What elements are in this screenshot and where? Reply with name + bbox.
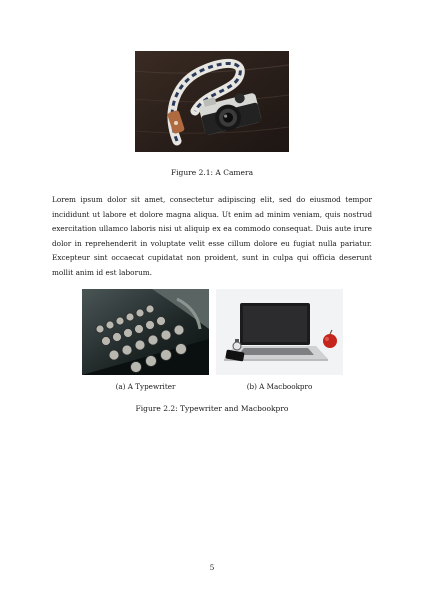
typewriter-illustration: [82, 289, 209, 375]
body-paragraph: Lorem ipsum dolor sit amet, consectetur …: [52, 195, 372, 277]
macbook-photo: [216, 289, 343, 375]
figure-caption: Figure 2.2: Typewriter and Macbookpro: [135, 404, 289, 413]
page-number: 5: [209, 563, 215, 572]
subfigure-caption-macbook: (b) A Macbookpro: [246, 382, 313, 391]
camera-illustration: [135, 51, 289, 152]
camera-photo: [135, 51, 289, 152]
document-page: Figure 2.1: A Camera Lorem ipsum dolor s…: [0, 0, 424, 600]
typewriter-photo: [82, 289, 209, 375]
figure-caption: Figure 2.1: A Camera: [170, 168, 254, 177]
subfigure-caption-typewriter: (a) A Typewriter: [115, 382, 176, 391]
macbook-illustration: [216, 289, 343, 375]
